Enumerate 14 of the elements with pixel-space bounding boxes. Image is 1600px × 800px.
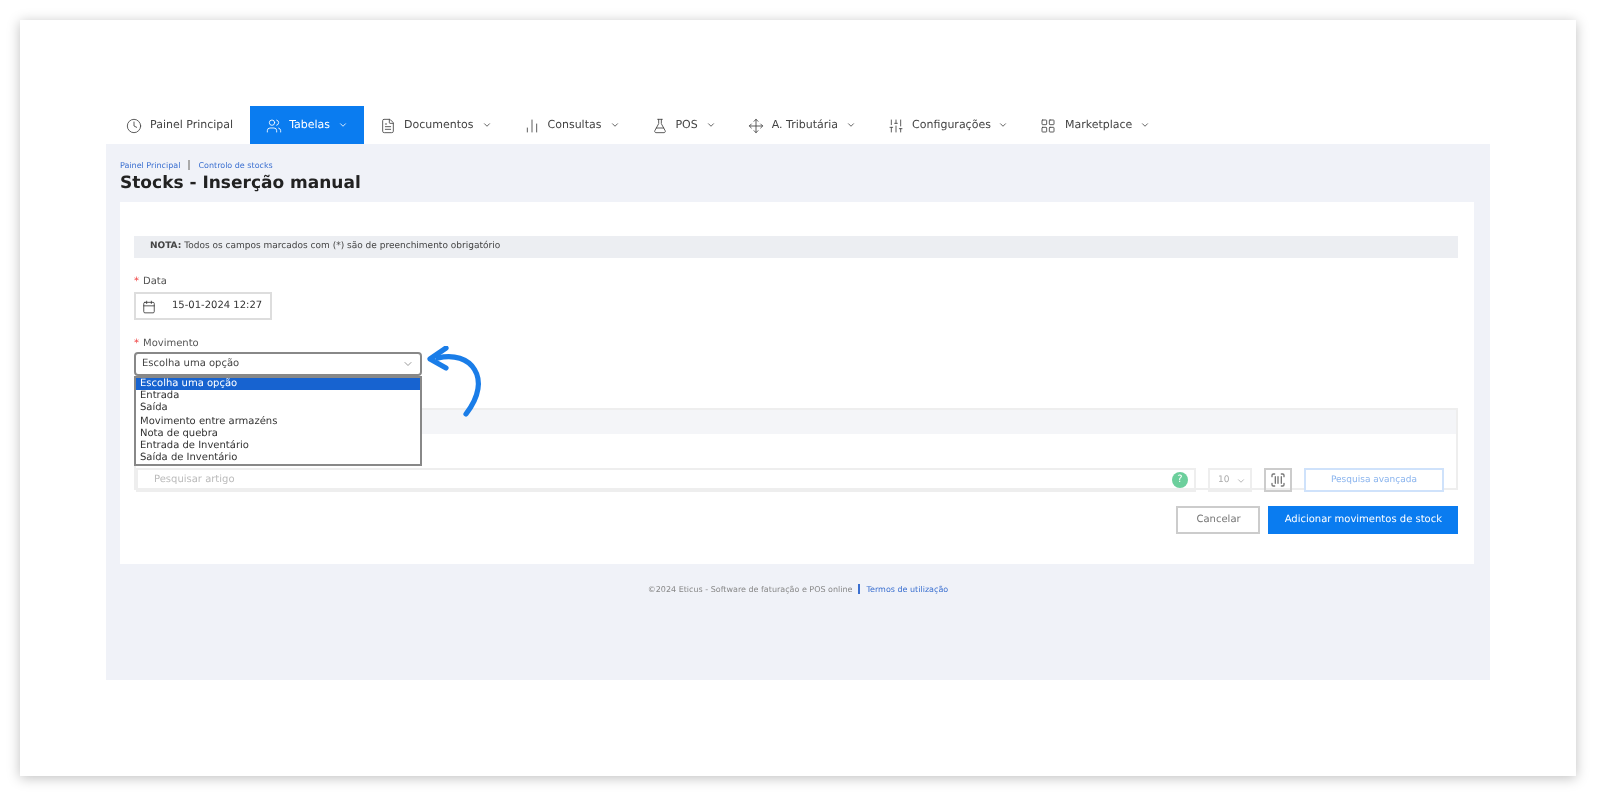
- grid-icon: [1040, 117, 1057, 133]
- users-icon: [265, 117, 282, 133]
- move-icon: [747, 117, 764, 133]
- clock-icon: [126, 117, 142, 133]
- bar-chart-icon: [523, 117, 540, 133]
- barcode-icon: [1270, 472, 1286, 488]
- barcode-button[interactable]: [1264, 468, 1292, 492]
- flask-icon: [651, 117, 668, 133]
- document-icon: [380, 117, 397, 133]
- page-title: Stocks - Inserção manual: [118, 172, 363, 194]
- chevron-down-icon: [402, 358, 414, 370]
- sliders-icon: [888, 117, 905, 133]
- calendar-icon: [142, 299, 156, 313]
- chevron-down-icon: [1235, 475, 1246, 485]
